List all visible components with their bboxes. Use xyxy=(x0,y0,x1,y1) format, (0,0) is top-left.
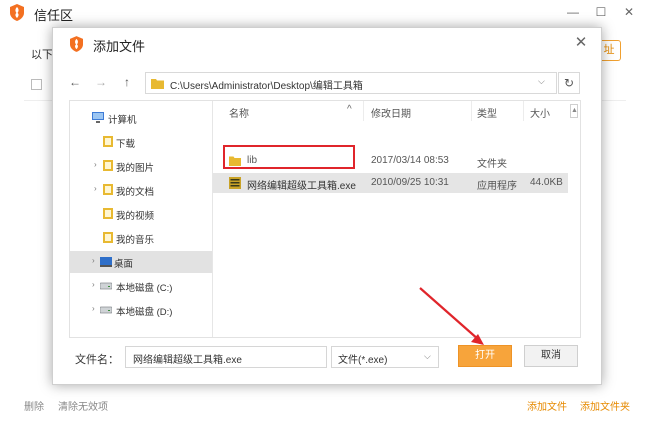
app-titlebar: 信任区 — ☐ ✕ xyxy=(0,0,650,26)
scroll-up-button[interactable]: ▲ xyxy=(570,104,578,118)
delete-link[interactable]: 删除 xyxy=(24,398,44,413)
tree-item-label: 本地磁盘 (C:) xyxy=(116,283,173,294)
column-header-name[interactable]: 名称 xyxy=(229,105,249,120)
dialog-close-button[interactable]: ✕ xyxy=(570,32,592,54)
filetype-select[interactable]: 文件(*.exe) ⌵ xyxy=(331,346,439,368)
refresh-button[interactable]: ↻ xyxy=(558,72,580,94)
expand-arrow-icon[interactable]: › xyxy=(92,256,95,265)
tree-item[interactable]: › 本地磁盘 (C:) xyxy=(70,275,212,297)
file-row-selected[interactable]: 网络编辑超级工具箱.exe 2010/09/25 10:31 应用程序 44.0… xyxy=(213,173,568,193)
select-all-checkbox[interactable] xyxy=(31,79,42,90)
chevron-down-icon: ⌵ xyxy=(424,351,431,361)
tree-item[interactable]: › 我的图片 xyxy=(70,155,212,177)
shield-logo-icon xyxy=(10,4,24,21)
address-path: C:\Users\Administrator\Desktop\编辑工具箱 xyxy=(170,81,363,92)
folder-icon xyxy=(103,208,113,219)
column-header-size[interactable]: 大小 xyxy=(530,105,550,120)
computer-icon xyxy=(92,112,104,123)
forward-arrow-icon[interactable]: → xyxy=(93,74,109,90)
folder-tree: 计算机下载 › 我的图片 › 我的文档我的视频我的音乐 › 桌面 › 本地磁盘 (C:) › 本地磁… xyxy=(70,101,213,337)
tree-item-label: 下载 xyxy=(116,139,136,150)
filename-input[interactable]: 网络编辑超级工具箱.exe xyxy=(125,346,327,368)
file-browser: 计算机下载 › 我的图片 › 我的文档我的视频我的音乐 › 桌面 › 本地磁盘 (C:) › 本地磁… xyxy=(69,100,581,338)
tree-item-label: 我的文档 xyxy=(116,187,155,198)
minimize-button[interactable]: — xyxy=(562,3,584,21)
expand-arrow-icon[interactable]: › xyxy=(92,304,95,313)
tree-item[interactable]: › 本地磁盘 (D:) xyxy=(70,299,212,321)
expand-arrow-icon[interactable]: › xyxy=(94,184,97,193)
column-divider xyxy=(471,101,472,121)
cancel-button[interactable]: 取消 xyxy=(524,345,578,367)
column-divider xyxy=(523,101,524,121)
column-header-modified[interactable]: 修改日期 xyxy=(371,105,411,120)
file-type: 应用程序 xyxy=(477,181,517,192)
folder-icon xyxy=(103,184,113,195)
app-side-text: 以下 xyxy=(31,49,53,61)
tree-item[interactable]: › 桌面 xyxy=(70,251,212,273)
exe-file-icon xyxy=(229,177,241,189)
tree-item-label: 我的音乐 xyxy=(116,235,155,246)
file-list: 名称 ^ 修改日期 类型 大小 ▲ lib 2017/03/14 08:53 文… xyxy=(213,101,580,337)
open-button[interactable]: 打开 xyxy=(458,345,512,367)
app-title: 信任区 xyxy=(34,8,74,23)
clear-invalid-link[interactable]: 清除无效项 xyxy=(58,398,108,413)
annotation-highlight-box xyxy=(223,145,355,169)
shield-logo-icon xyxy=(70,36,83,52)
maximize-button[interactable]: ☐ xyxy=(590,3,612,21)
tree-item[interactable]: 计算机 xyxy=(70,107,212,129)
tree-item[interactable]: 我的视频 xyxy=(70,203,212,225)
folder-icon xyxy=(103,136,113,147)
tree-item[interactable]: 下载 xyxy=(70,131,212,153)
drive-icon xyxy=(100,282,112,290)
tree-item[interactable]: › 我的文档 xyxy=(70,179,212,201)
drive-icon xyxy=(100,306,112,314)
filetype-value: 文件(*.exe) xyxy=(338,355,388,366)
column-divider xyxy=(363,101,364,121)
up-arrow-icon[interactable]: ↑ xyxy=(119,74,135,90)
file-name: 网络编辑超级工具箱.exe xyxy=(247,181,356,192)
back-arrow-icon[interactable]: ← xyxy=(67,74,83,90)
address-bar[interactable]: C:\Users\Administrator\Desktop\编辑工具箱 ⌵ xyxy=(145,72,557,94)
add-folder-link[interactable]: 添加文件夹 xyxy=(580,398,630,413)
file-modified: 2010/09/25 10:31 xyxy=(371,177,449,188)
app-close-button[interactable]: ✕ xyxy=(618,3,640,21)
file-size: 44.0KB xyxy=(530,177,563,188)
file-type: 文件夹 xyxy=(477,159,507,170)
tree-item[interactable]: 我的音乐 xyxy=(70,227,212,249)
desktop-icon xyxy=(100,257,112,267)
folder-icon xyxy=(103,232,113,243)
dialog-title: 添加文件 xyxy=(93,39,146,54)
tree-item-label: 我的视频 xyxy=(116,211,155,222)
folder-icon xyxy=(151,79,164,89)
tree-item-label: 本地磁盘 (D:) xyxy=(116,307,173,318)
sort-up-icon: ^ xyxy=(347,104,352,115)
chevron-down-icon[interactable]: ⌵ xyxy=(538,76,545,87)
tree-item-label: 我的图片 xyxy=(116,163,155,174)
expand-arrow-icon[interactable]: › xyxy=(94,160,97,169)
folder-icon xyxy=(103,160,113,171)
add-file-dialog: 添加文件 ✕ ← → ↑ C:\Users\Administrator\Desk… xyxy=(52,27,602,385)
tree-item-label: 桌面 xyxy=(114,259,134,270)
filename-label: 文件名： xyxy=(75,354,119,366)
file-modified: 2017/03/14 08:53 xyxy=(371,155,449,166)
column-header-type[interactable]: 类型 xyxy=(477,105,497,120)
tree-item-label: 计算机 xyxy=(108,115,137,126)
add-file-link[interactable]: 添加文件 xyxy=(527,398,567,413)
expand-arrow-icon[interactable]: › xyxy=(92,280,95,289)
